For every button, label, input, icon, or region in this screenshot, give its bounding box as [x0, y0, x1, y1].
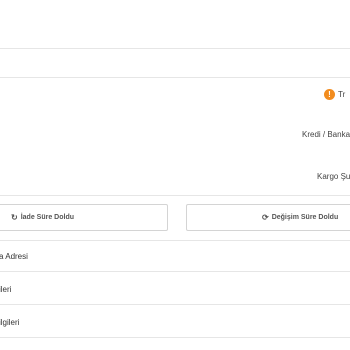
exchange-expired-button[interactable]: ⟳ Değişim Süre Doldu: [186, 204, 350, 231]
section-details[interactable]: ilgileri: [0, 318, 19, 327]
divider: [0, 337, 350, 338]
order-status-text: Tr: [338, 90, 346, 99]
divider: [0, 304, 350, 305]
shipping-info: Kargo Şu: [317, 172, 350, 181]
section-delivery-address[interactable]: a Adresi: [0, 252, 28, 261]
exchange-expired-label: Değişim Süre Doldu: [271, 214, 339, 221]
order-detail-panel: ! Tr Kredi / Banka Kargo Şu ↻ İade Süre Do…: [0, 0, 350, 350]
payment-method: Kredi / Banka: [302, 130, 350, 139]
undo-icon: ↻: [11, 213, 18, 222]
divider: [0, 77, 350, 78]
order-status: ! Tr: [324, 89, 345, 100]
exclamation-circle-icon: !: [324, 89, 335, 100]
divider: [0, 240, 350, 241]
divider: [0, 271, 350, 272]
return-expired-button[interactable]: ↻ İade Süre Doldu: [0, 204, 168, 231]
return-expired-label: İade Süre Doldu: [20, 214, 74, 221]
section-info[interactable]: ileri: [0, 285, 11, 294]
refresh-icon: ⟳: [262, 213, 269, 222]
divider: [0, 48, 350, 49]
divider: [0, 195, 350, 196]
